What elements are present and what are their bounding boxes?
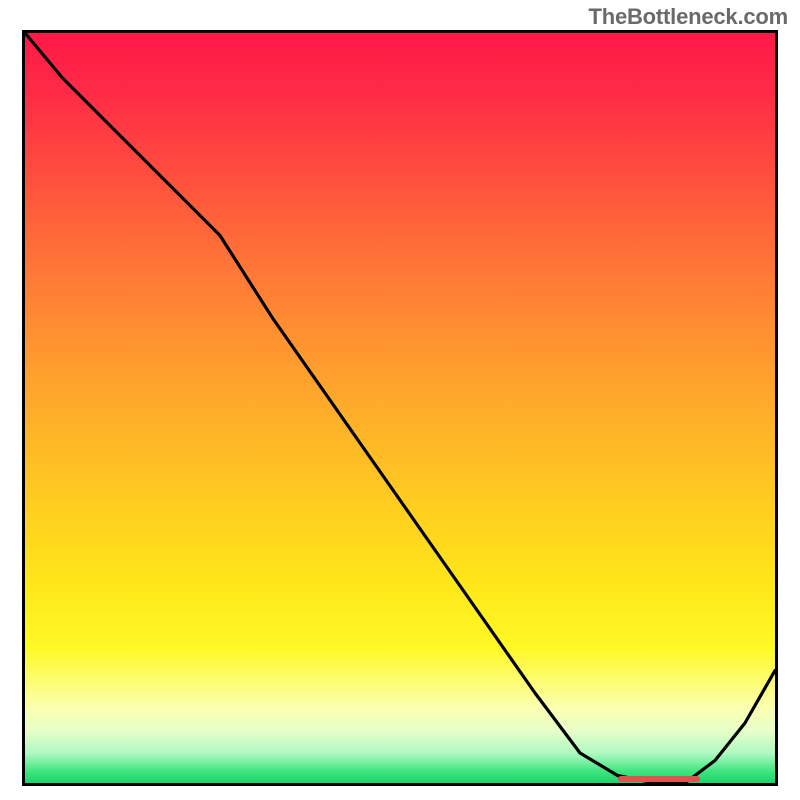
watermark-text: TheBottleneck.com xyxy=(588,4,788,30)
valley-marker xyxy=(618,776,701,782)
plot-area xyxy=(22,30,778,786)
curve-svg xyxy=(25,33,775,783)
chart-stage: TheBottleneck.com xyxy=(0,0,800,800)
curve-path xyxy=(25,33,775,783)
